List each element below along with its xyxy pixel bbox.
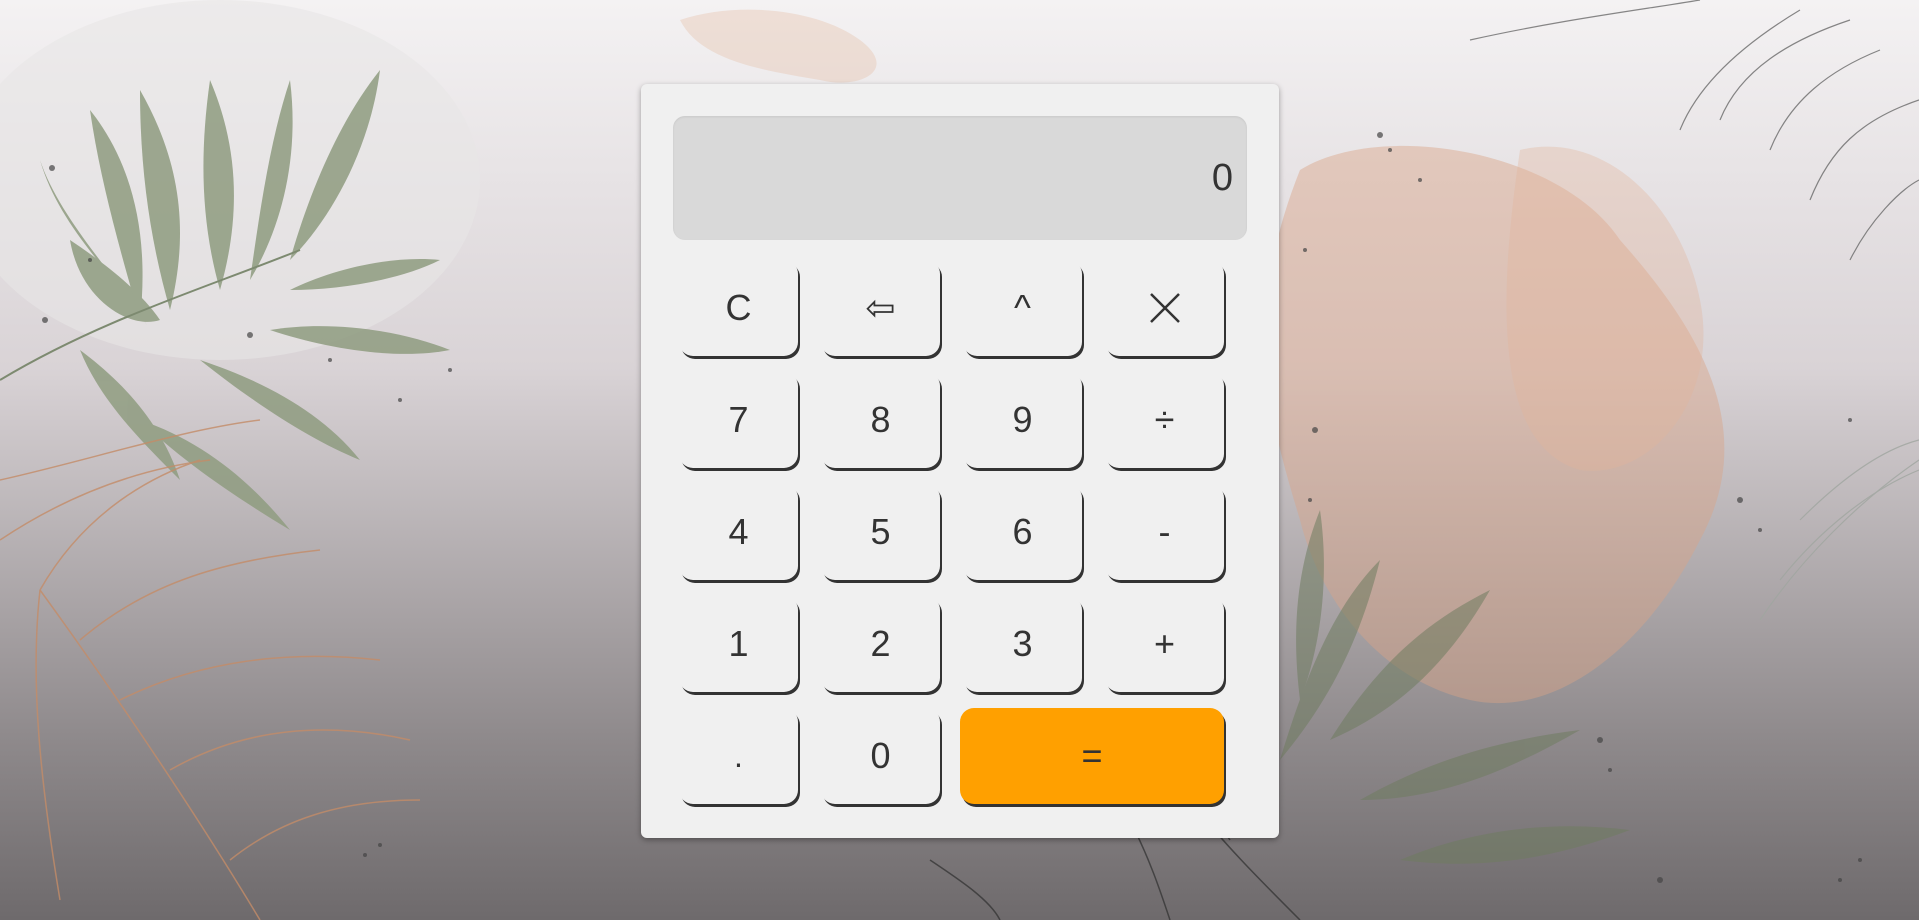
subtract-button[interactable]: -: [1105, 484, 1224, 580]
digit-2-button[interactable]: 2: [821, 596, 940, 692]
digit-3-button[interactable]: 3: [963, 596, 1082, 692]
power-button[interactable]: ^: [963, 260, 1082, 356]
digit-7-button[interactable]: 7: [679, 372, 798, 468]
backspace-icon: ⇦: [865, 287, 896, 328]
digit-5-button[interactable]: 5: [821, 484, 940, 580]
multiply-icon: [1148, 291, 1182, 325]
clear-button[interactable]: C: [679, 260, 798, 356]
digit-9-button[interactable]: 9: [963, 372, 1082, 468]
backspace-button[interactable]: ⇦: [821, 260, 940, 356]
divide-button[interactable]: ÷: [1105, 372, 1224, 468]
digit-6-button[interactable]: 6: [963, 484, 1082, 580]
digit-8-button[interactable]: 8: [821, 372, 940, 468]
add-button[interactable]: +: [1105, 596, 1224, 692]
calculator-display: 0: [673, 116, 1247, 240]
digit-1-button[interactable]: 1: [679, 596, 798, 692]
display-value: 0: [1211, 156, 1233, 199]
calculator-panel: 0 C ⇦ ^ 7 8 9 ÷ 4 5 6 - 1 2 3 + . 0 =: [641, 84, 1279, 838]
digit-4-button[interactable]: 4: [679, 484, 798, 580]
equals-button[interactable]: =: [960, 708, 1224, 804]
multiply-button[interactable]: [1105, 260, 1224, 356]
digit-0-button[interactable]: 0: [821, 708, 940, 804]
decimal-button[interactable]: .: [679, 708, 798, 804]
keypad: C ⇦ ^ 7 8 9 ÷ 4 5 6 - 1 2 3 + . 0 =: [679, 260, 1234, 814]
